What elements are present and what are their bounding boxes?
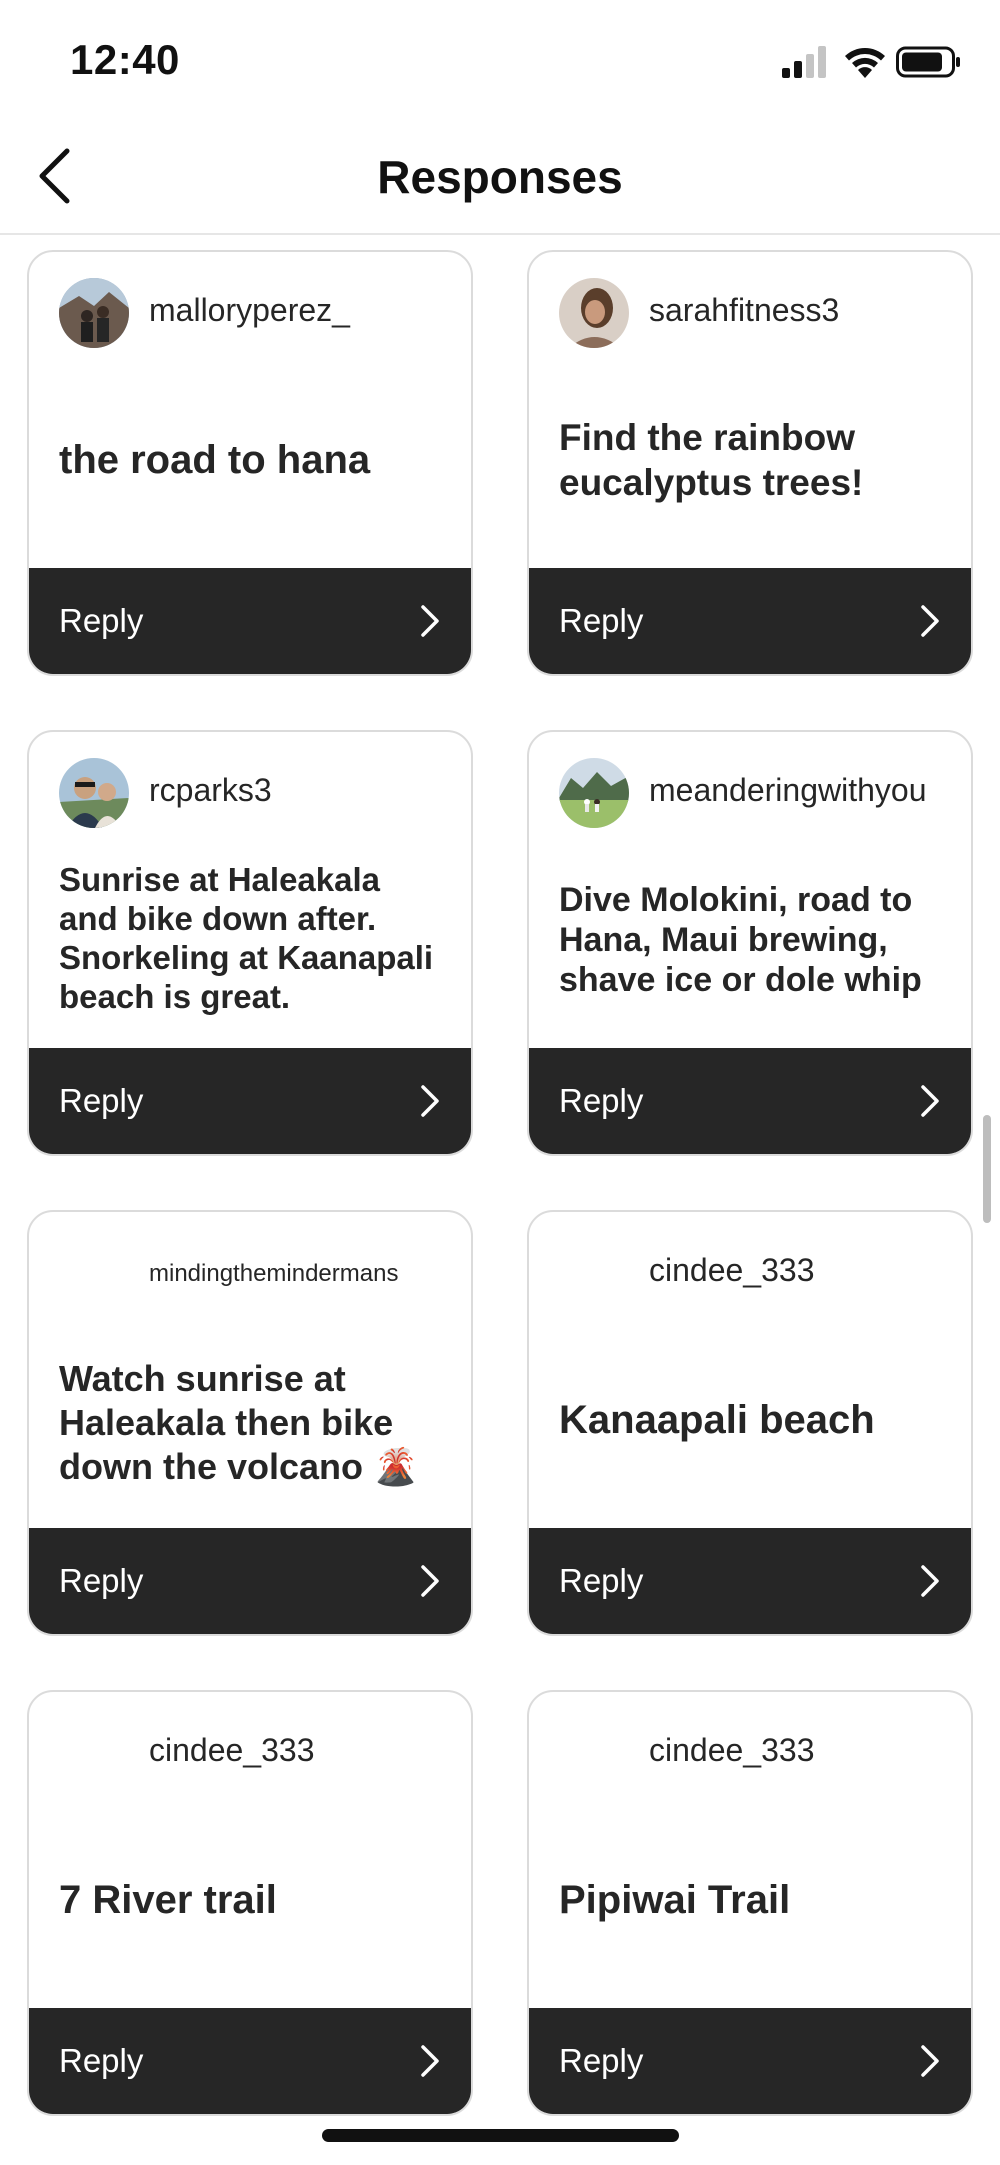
response-card: mindingthemindermans Watch sunrise at Ha… xyxy=(27,1210,473,1636)
battery-icon xyxy=(896,46,960,78)
reply-button[interactable]: Reply xyxy=(529,568,971,674)
response-card: meanderingwithyou Dive Molokini, road to… xyxy=(527,730,973,1156)
response-card: sarahfitness3 Find the rainbow eucalyptu… xyxy=(527,250,973,676)
response-text: Find the rainbow eucalyptus trees! xyxy=(559,416,864,503)
response-text: Watch sunrise at Haleakala then bike dow… xyxy=(59,1358,418,1487)
avatar[interactable] xyxy=(559,278,629,348)
chevron-right-icon xyxy=(921,2045,939,2077)
chevron-right-icon xyxy=(421,1085,439,1117)
response-card: cindee_333 Kanaapali beach Reply xyxy=(527,1210,973,1636)
username[interactable]: cindee_333 xyxy=(149,1732,314,1769)
response-card: cindee_333 Pipiwai Trail Reply xyxy=(527,1690,973,2116)
card-header: mindingthemindermans xyxy=(29,1212,471,1332)
response-text: Pipiwai Trail xyxy=(559,1877,791,1922)
chevron-right-icon xyxy=(421,2045,439,2077)
reply-button[interactable]: Reply xyxy=(29,1048,471,1154)
reply-button[interactable]: Reply xyxy=(529,1048,971,1154)
response-text: Dive Molokini, road to Hana, Maui brewin… xyxy=(559,880,922,1000)
home-indicator[interactable] xyxy=(322,2129,679,2142)
response-text: the road to hana xyxy=(59,437,371,482)
response-body: the road to hana xyxy=(59,352,445,568)
response-body: Find the rainbow eucalyptus trees! xyxy=(559,352,945,568)
response-body: Kanaapali beach xyxy=(559,1312,945,1528)
response-body: Pipiwai Trail xyxy=(559,1792,945,2008)
card-header: rcparks3 xyxy=(29,732,471,852)
reply-button[interactable]: Reply xyxy=(29,568,471,674)
chevron-right-icon xyxy=(421,1565,439,1597)
nav-header: Responses xyxy=(0,120,1000,235)
reply-button[interactable]: Reply xyxy=(29,1528,471,1634)
response-card: rcparks3 Sunrise at Haleakala and bike d… xyxy=(27,730,473,1156)
response-text: 7 River trail xyxy=(59,1877,277,1922)
chevron-right-icon xyxy=(421,605,439,637)
response-body: 7 River trail xyxy=(59,1792,445,2008)
scroll-indicator[interactable] xyxy=(983,1115,991,1223)
response-card: malloryperez_ the road to hana Reply xyxy=(27,250,473,676)
username[interactable]: cindee_333 xyxy=(649,1732,814,1769)
reply-label: Reply xyxy=(559,1562,644,1599)
reply-label: Reply xyxy=(559,602,644,639)
reply-label: Reply xyxy=(59,2042,144,2079)
wifi-icon xyxy=(845,48,885,78)
response-card: cindee_333 7 River trail Reply xyxy=(27,1690,473,2116)
response-body: Dive Molokini, road to Hana, Maui brewin… xyxy=(559,840,945,1040)
status-bar: 12:40 xyxy=(0,0,1000,120)
page-title: Responses xyxy=(377,151,623,203)
avatar[interactable] xyxy=(59,278,129,348)
username[interactable]: malloryperez_ xyxy=(149,292,350,329)
response-body: Watch sunrise at Haleakala then bike dow… xyxy=(59,1328,445,1518)
cellular-signal-icon xyxy=(782,46,826,78)
status-time: 12:40 xyxy=(70,36,180,83)
chevron-right-icon xyxy=(921,1085,939,1117)
response-text: Sunrise at Haleakala and bike down after… xyxy=(59,861,434,1015)
reply-button[interactable]: Reply xyxy=(529,1528,971,1634)
reply-button[interactable]: Reply xyxy=(529,2008,971,2114)
card-header: meanderingwithyou xyxy=(529,732,971,852)
reply-label: Reply xyxy=(59,1562,144,1599)
reply-label: Reply xyxy=(59,1082,144,1119)
response-body: Sunrise at Haleakala and bike down after… xyxy=(59,844,445,1034)
username[interactable]: cindee_333 xyxy=(649,1252,814,1289)
username[interactable]: sarahfitness3 xyxy=(649,292,839,329)
username[interactable]: meanderingwithyou xyxy=(649,772,927,809)
avatar[interactable] xyxy=(559,758,629,828)
username[interactable]: rcparks3 xyxy=(149,772,272,809)
chevron-right-icon xyxy=(921,605,939,637)
responses-grid: malloryperez_ the road to hana Reply sar… xyxy=(27,250,973,2116)
username[interactable]: mindingthemindermans xyxy=(149,1260,398,1288)
chevron-right-icon xyxy=(921,1565,939,1597)
response-text: Kanaapali beach xyxy=(559,1397,875,1442)
reply-button[interactable]: Reply xyxy=(29,2008,471,2114)
reply-label: Reply xyxy=(59,602,144,639)
avatar[interactable] xyxy=(59,758,129,828)
reply-label: Reply xyxy=(559,1082,644,1119)
reply-label: Reply xyxy=(559,2042,644,2079)
